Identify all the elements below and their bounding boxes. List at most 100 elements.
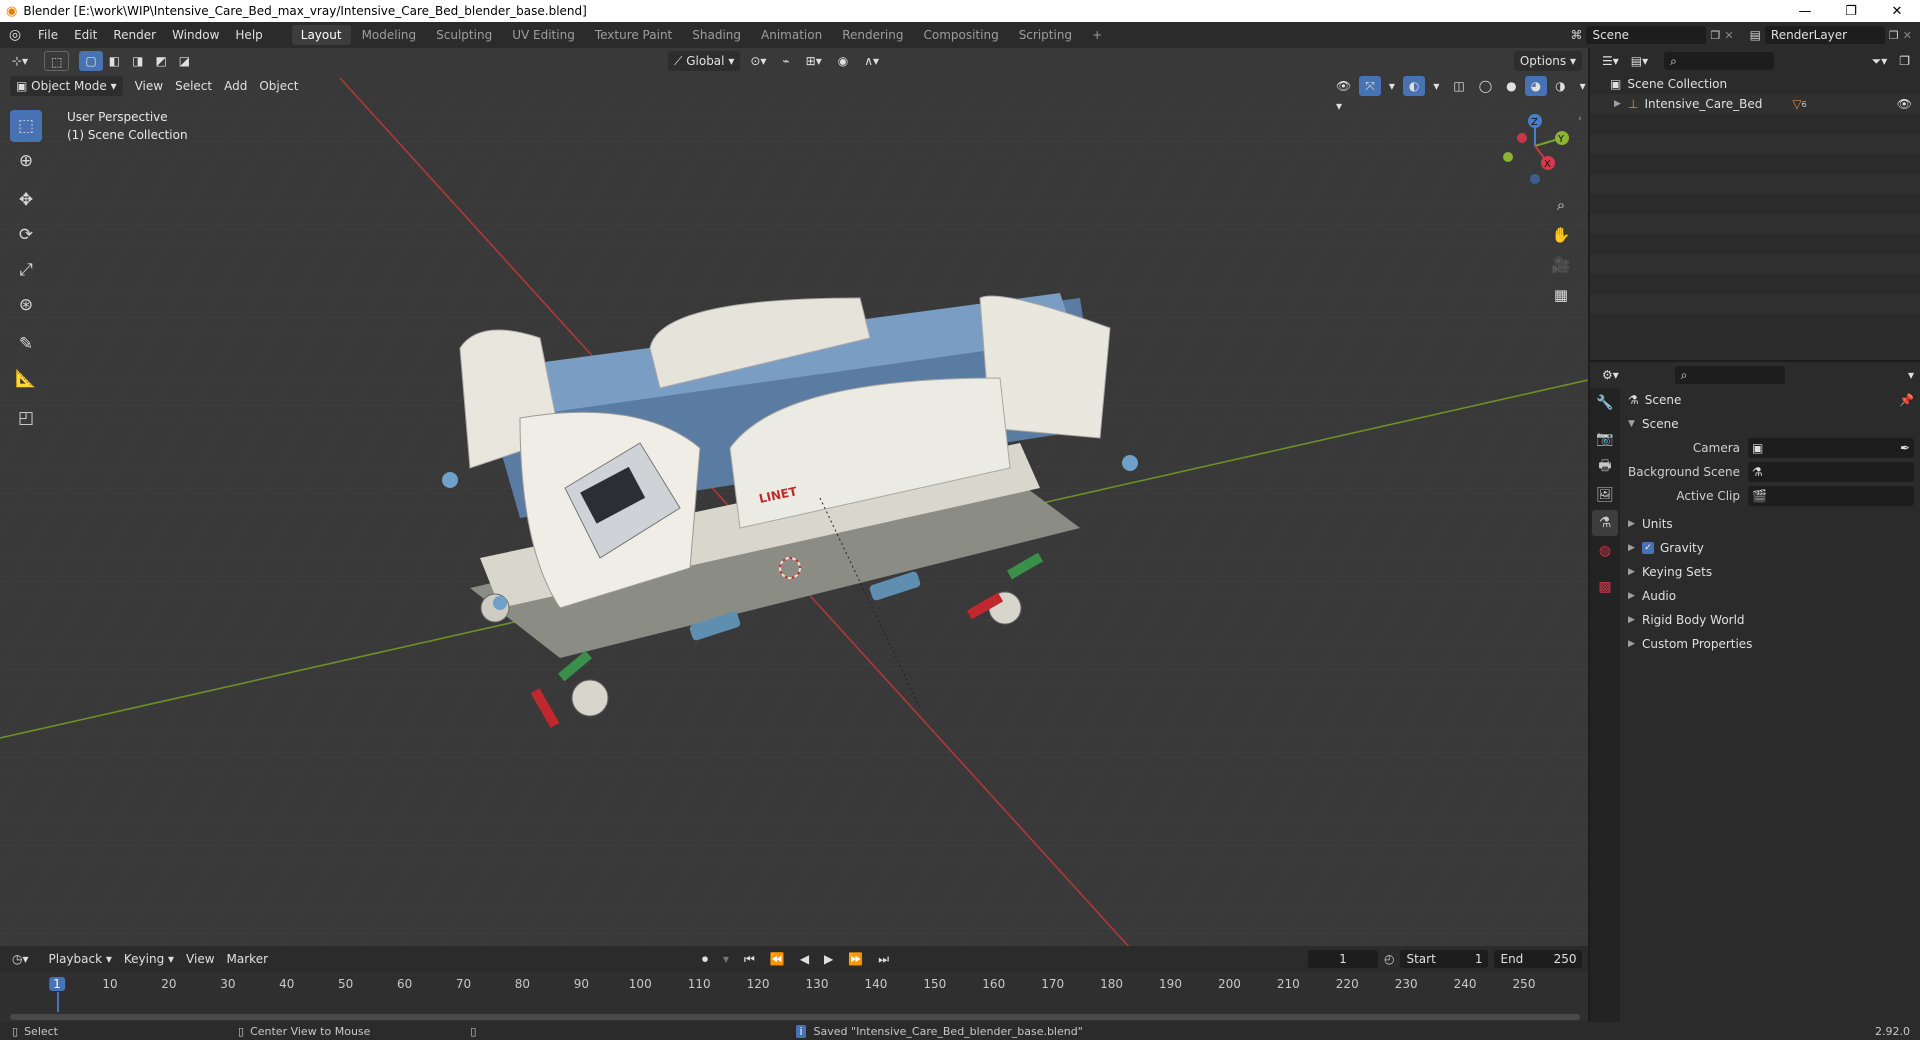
select-mode-new-icon[interactable]: ▢	[79, 51, 103, 71]
outliner-search-field[interactable]: ⌕	[1664, 52, 1775, 70]
visibility-eye-icon[interactable]: 👁	[1897, 97, 1912, 111]
scene-tab-icon[interactable]: ⚗	[1592, 510, 1618, 536]
audio-panel-header[interactable]: ▶ Audio	[1620, 584, 1920, 608]
menu-view[interactable]: View	[129, 76, 169, 96]
scene-icon[interactable]: ⌘	[1570, 28, 1582, 42]
shading-material-icon[interactable]: ◕	[1524, 76, 1548, 96]
outliner-item-intensive-care-bed[interactable]: ▶ ⊥ Intensive_Care_Bed ▽ 6 👁	[1590, 94, 1920, 114]
select-mode-extend-icon[interactable]: ◧	[103, 51, 126, 71]
next-keyframe-icon[interactable]: ⏩	[842, 949, 869, 969]
menu-edit[interactable]: Edit	[66, 22, 105, 48]
prev-keyframe-icon[interactable]: ⏪	[764, 949, 791, 969]
options-dropdown[interactable]: Options ▾	[1513, 51, 1582, 71]
new-collection-icon[interactable]: ❐	[1893, 51, 1916, 71]
rigid-body-world-panel-header[interactable]: ▶ Rigid Body World	[1620, 608, 1920, 632]
delete-layer-icon[interactable]: ✕	[1903, 29, 1912, 42]
select-box-tool-icon[interactable]: ⬚	[10, 110, 42, 142]
camera-field[interactable]: ▣ ✒	[1748, 438, 1914, 458]
new-scene-icon[interactable]: ❐	[1710, 29, 1720, 42]
menu-keying[interactable]: Keying ▾	[118, 949, 180, 969]
menu-marker[interactable]: Marker	[221, 949, 274, 969]
tab-rendering[interactable]: Rendering	[833, 25, 912, 45]
xray-icon[interactable]: ◫	[1447, 76, 1470, 96]
snap-icon[interactable]: ⌁	[776, 51, 795, 71]
pivot-point-icon[interactable]: ⊙▾	[744, 51, 772, 71]
editor-type-icon[interactable]: ⊹▾	[6, 51, 34, 71]
view-layer-tab-icon[interactable]: 🖼	[1592, 482, 1618, 508]
tool-tab-icon[interactable]: 🔧	[1592, 390, 1618, 416]
menu-window[interactable]: Window	[164, 22, 227, 48]
expand-arrow-icon[interactable]: ▶	[1614, 99, 1628, 109]
gravity-checkbox[interactable]: ✓	[1642, 542, 1654, 554]
outliner-editor-type-icon[interactable]: ☰▾	[1596, 51, 1625, 71]
jump-end-icon[interactable]: ⏭	[872, 949, 895, 969]
jump-start-icon[interactable]: ⏮	[738, 949, 761, 969]
falloff-icon[interactable]: ∧▾	[858, 51, 885, 71]
render-tab-icon[interactable]: 📷	[1592, 426, 1618, 452]
scene-panel-header[interactable]: ▼ Scene	[1620, 412, 1920, 436]
minimize-button[interactable]: —	[1782, 0, 1828, 22]
shading-wireframe-icon[interactable]: ◯	[1473, 76, 1498, 96]
gizmo-toggle-icon[interactable]: ⤧	[1359, 76, 1381, 96]
tab-animation[interactable]: Animation	[752, 25, 831, 45]
select-tool-icon[interactable]: ⬚	[44, 51, 70, 71]
visibility-icon[interactable]: 👁▾	[1330, 76, 1357, 113]
units-panel-header[interactable]: ▶ Units	[1620, 512, 1920, 536]
object-mode-dropdown[interactable]: ▣ Object Mode ▾	[10, 76, 123, 96]
timeline-scrollbar[interactable]	[10, 1014, 1580, 1020]
menu-help[interactable]: Help	[227, 22, 270, 48]
scene-selector[interactable]: Scene	[1586, 26, 1707, 44]
perspective-toggle-icon[interactable]: ▦	[1548, 282, 1574, 308]
play-reverse-icon[interactable]: ◀	[794, 949, 815, 969]
playhead[interactable]: 1	[49, 977, 65, 991]
play-icon[interactable]: ▶	[818, 949, 839, 969]
restore-button[interactable]: ❐	[1828, 0, 1874, 22]
select-mode-intersect-icon[interactable]: ◪	[173, 51, 196, 71]
pan-hand-icon[interactable]: ✋	[1548, 222, 1574, 248]
menu-select[interactable]: Select	[169, 76, 218, 96]
tab-compositing[interactable]: Compositing	[914, 25, 1007, 45]
active-clip-field[interactable]: 🎬	[1748, 486, 1914, 506]
tab-layout[interactable]: Layout	[291, 25, 351, 45]
overlay-toggle-icon[interactable]: ◐	[1402, 76, 1426, 96]
menu-timeline-view[interactable]: View	[180, 949, 220, 969]
eyedropper-icon[interactable]: ✒	[1900, 441, 1910, 455]
world-tab-icon[interactable]: ◍	[1592, 538, 1618, 564]
close-button[interactable]: ✕	[1874, 0, 1920, 22]
start-frame-field[interactable]: Start 1	[1400, 950, 1489, 968]
sidebar-toggle-icon[interactable]: ‹	[1578, 114, 1582, 124]
tab-texture-paint[interactable]: Texture Paint	[586, 25, 681, 45]
texture-tab-icon[interactable]: ▩	[1592, 574, 1618, 600]
tab-scripting[interactable]: Scripting	[1010, 25, 1081, 45]
measure-tool-icon[interactable]: 📐	[10, 363, 42, 395]
pin-icon[interactable]: 📌	[1899, 393, 1914, 407]
3d-viewport[interactable]: LINET Z Y X ⊹▾ ⬚ ▢ ◧ ◨ ◩ ◪ ⟋ Global ▾ ⊙▾…	[0, 48, 1588, 946]
end-frame-field[interactable]: End 250	[1494, 950, 1583, 968]
current-frame-field[interactable]: 1	[1308, 950, 1378, 968]
delete-scene-icon[interactable]: ✕	[1724, 29, 1733, 42]
tab-sculpting[interactable]: Sculpting	[427, 25, 501, 45]
gizmo-dropdown-icon[interactable]: ▾	[1383, 76, 1401, 96]
shading-rendered-icon[interactable]: ◑	[1549, 76, 1571, 96]
keying-sets-panel-header[interactable]: ▶ Keying Sets	[1620, 560, 1920, 584]
preview-range-icon[interactable]: ◴	[1384, 952, 1394, 966]
tab-uv-editing[interactable]: UV Editing	[503, 25, 584, 45]
record-dropdown-icon[interactable]: ▾	[717, 949, 735, 969]
scale-tool-icon[interactable]: ⤢	[10, 254, 42, 286]
timeline-editor-type-icon[interactable]: ◷▾	[6, 949, 35, 969]
menu-playback[interactable]: Playback ▾	[43, 949, 118, 969]
overlay-dropdown-icon[interactable]: ▾	[1427, 76, 1445, 96]
shading-solid-icon[interactable]: ●	[1500, 76, 1522, 96]
snap-target-icon[interactable]: ⊞▾	[800, 51, 828, 71]
add-cube-tool-icon[interactable]: ◰	[10, 402, 42, 434]
blender-menu-icon[interactable]: ◎	[0, 27, 30, 43]
filter-icon[interactable]: ⏷▾	[1866, 51, 1894, 71]
display-mode-icon[interactable]: ▤▾	[1625, 51, 1654, 71]
menu-add[interactable]: Add	[218, 76, 253, 96]
camera-view-icon[interactable]: 🎥	[1548, 252, 1574, 278]
gravity-panel-header[interactable]: ▶ ✓ Gravity	[1620, 536, 1920, 560]
cursor-tool-icon[interactable]: ⊕	[10, 145, 42, 177]
transform-orientation-dropdown[interactable]: ⟋ Global ▾	[668, 51, 741, 71]
tab-shading[interactable]: Shading	[683, 25, 750, 45]
properties-editor-type-icon[interactable]: ⚙▾	[1596, 365, 1625, 385]
